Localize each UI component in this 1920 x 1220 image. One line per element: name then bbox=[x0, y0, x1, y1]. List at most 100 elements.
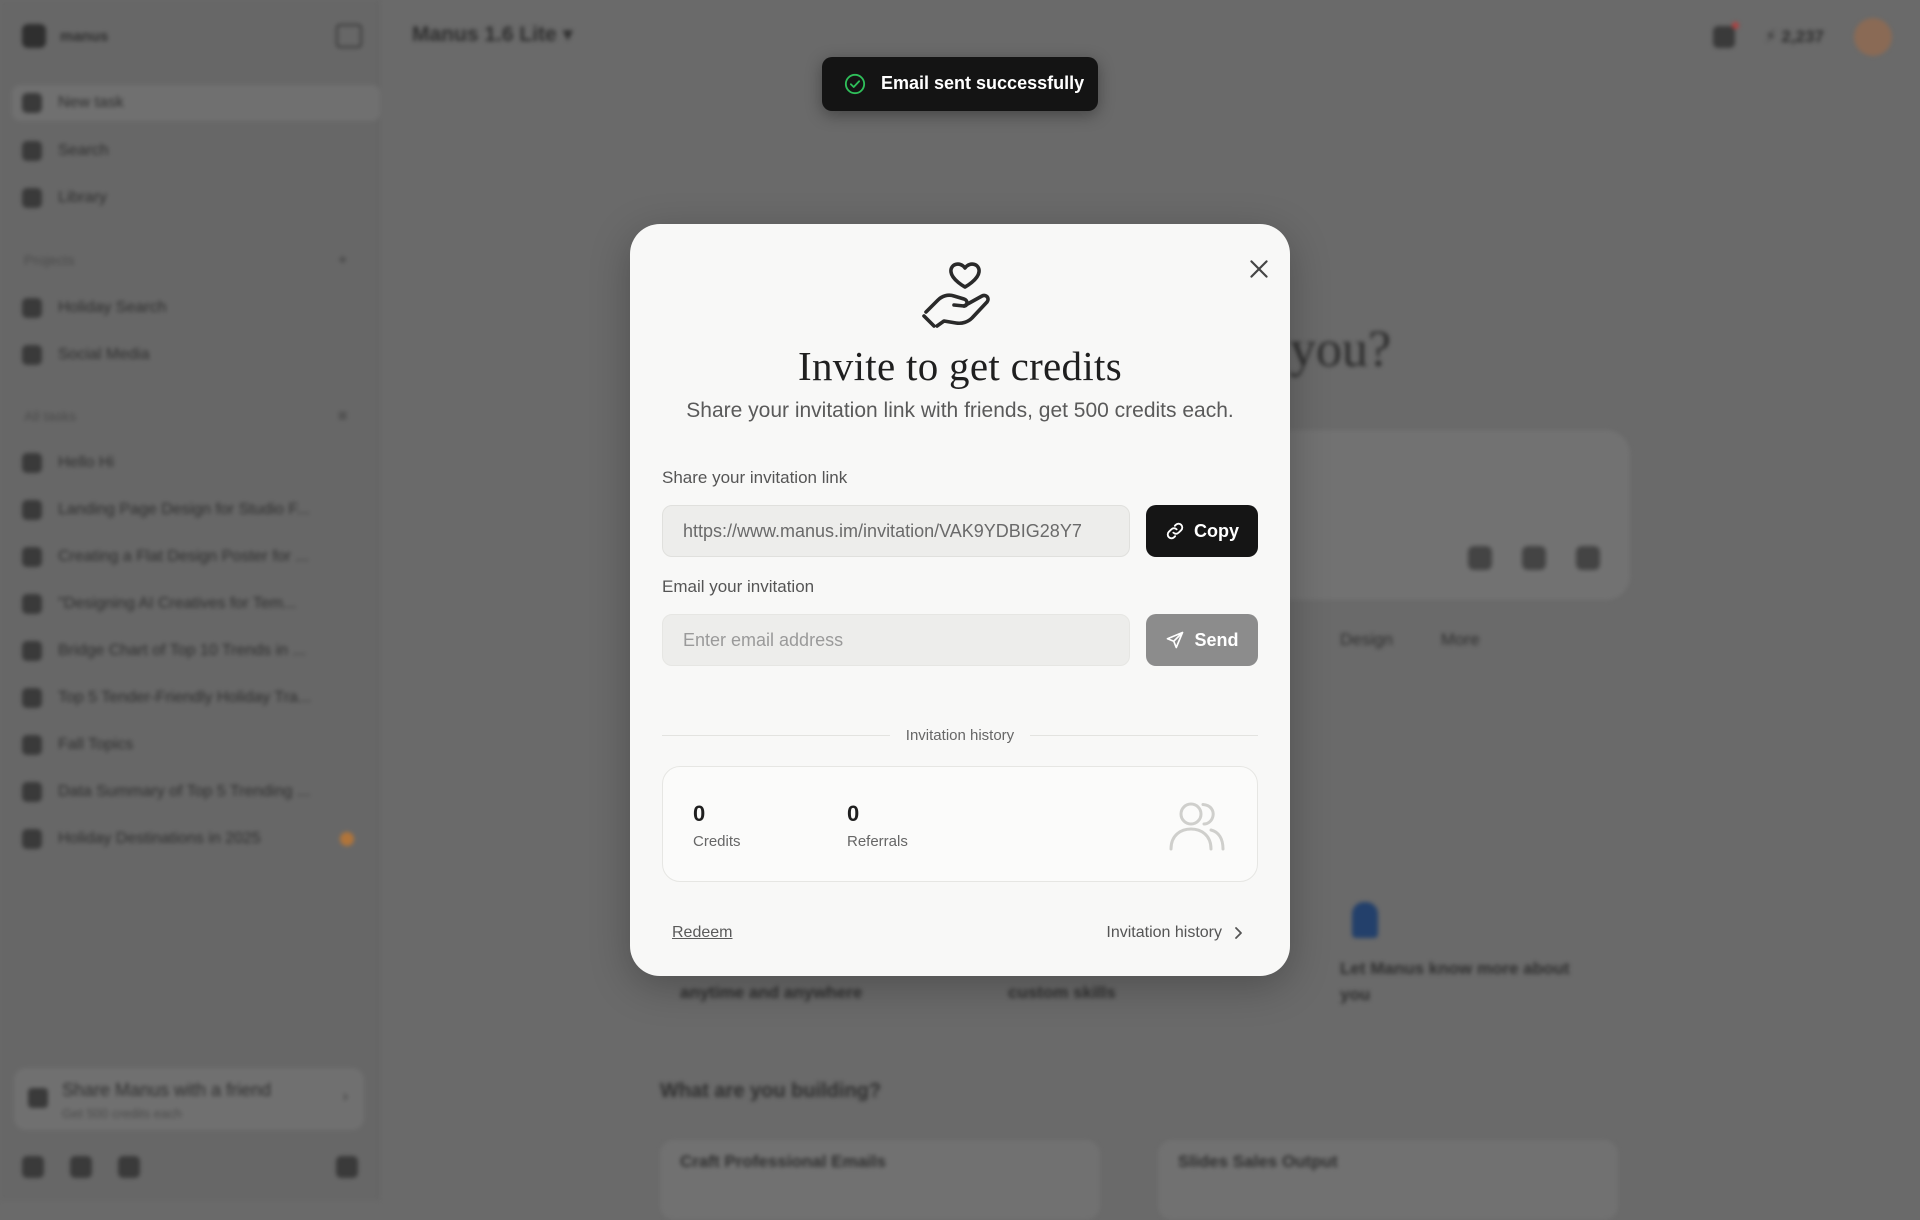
connector-icon[interactable] bbox=[1468, 546, 1492, 570]
sidebar-bottom-icons bbox=[22, 1156, 140, 1178]
task-icon bbox=[22, 500, 42, 520]
chevron-right-icon bbox=[1235, 927, 1242, 939]
chip-more[interactable]: More bbox=[1441, 630, 1480, 650]
sidebar-item-label: Bridge Chart of Top 10 Trends in ... bbox=[58, 642, 306, 659]
email-field-label: Email your invitation bbox=[662, 577, 815, 596]
history-divider-label: Invitation history bbox=[630, 727, 1290, 744]
sidebar-item-search[interactable]: Search bbox=[22, 137, 109, 165]
avatar[interactable] bbox=[1854, 18, 1892, 56]
brand-name: manus bbox=[60, 27, 109, 45]
toast-message: Email sent successfully bbox=[881, 73, 1085, 93]
task-icon bbox=[22, 453, 42, 473]
search-icon bbox=[22, 141, 42, 161]
redeem-link[interactable]: Redeem bbox=[672, 924, 732, 942]
copy-label: Copy bbox=[1194, 520, 1239, 541]
grid-icon[interactable] bbox=[70, 1156, 92, 1178]
sidebar-item-task[interactable]: Creating a Flat Design Poster for ... bbox=[22, 543, 309, 571]
sidebar-item-task[interactable]: Hello Hi bbox=[22, 449, 114, 477]
task-icon bbox=[22, 688, 42, 708]
stat-value: 0 bbox=[847, 801, 860, 826]
sidebar-item-label: Holiday Search bbox=[58, 299, 167, 316]
stat-credits: 0 Credits bbox=[693, 801, 741, 850]
close-icon[interactable] bbox=[1246, 256, 1272, 282]
task-icon bbox=[22, 547, 42, 567]
quick-chips: Design More bbox=[1340, 630, 1480, 650]
history-link-label: Invitation history bbox=[1106, 924, 1222, 941]
template-card[interactable]: Slides Sales Output bbox=[1158, 1140, 1618, 1220]
model-name: Manus 1.6 Lite bbox=[412, 23, 557, 46]
sidebar-item-label: Data Summary of Top 5 Trending ... bbox=[58, 783, 311, 800]
email-input[interactable] bbox=[662, 614, 1130, 666]
chip-design[interactable]: Design bbox=[1340, 630, 1393, 650]
sidebar-item-task[interactable]: Holiday Destinations in 2025 bbox=[22, 825, 261, 853]
credits-counter[interactable]: ⚡ 2,237 bbox=[1765, 27, 1824, 47]
feature-card-text: Let Manus know more about you bbox=[1340, 959, 1570, 1004]
sidebar-item-new-task[interactable]: New task bbox=[12, 85, 380, 121]
template-card-title: Craft Professional Emails bbox=[680, 1152, 886, 1171]
sidebar-item-task[interactable]: Bridge Chart of Top 10 Trends in ... bbox=[22, 637, 306, 665]
sidebar-item-label: New task bbox=[58, 94, 124, 111]
phone-icon[interactable] bbox=[118, 1156, 140, 1178]
divider-text: Invitation history bbox=[889, 727, 1031, 744]
sidebar-item-task[interactable]: Top 5 Tender-Friendly Holiday Tra... bbox=[22, 684, 311, 712]
sidebar-item-task[interactable]: Data Summary of Top 5 Trending ... bbox=[22, 778, 310, 806]
feature-card-text: custom skills bbox=[1008, 983, 1116, 1002]
folder-icon bbox=[22, 345, 42, 365]
invitation-link-field[interactable]: https://www.manus.im/invitation/VAK9YDBI… bbox=[662, 505, 1130, 557]
filter-icon[interactable]: ≡ bbox=[338, 408, 347, 426]
sidebar-item-label: Top 5 Tender-Friendly Holiday Tra... bbox=[58, 689, 312, 706]
success-toast: Email sent successfully bbox=[822, 57, 1098, 111]
sidebar-toggle-icon[interactable] bbox=[336, 24, 362, 48]
modal-title: Invite to get credits bbox=[798, 343, 1122, 389]
share-title: Share Manus with a friend bbox=[62, 1080, 272, 1100]
sidebar-item-task[interactable]: Landing Page Design for Studio F... bbox=[22, 496, 310, 524]
task-icon bbox=[22, 594, 42, 614]
send-button[interactable]: Send bbox=[1146, 614, 1258, 666]
copy-button[interactable]: Copy bbox=[1146, 505, 1258, 557]
sidebar-item-library[interactable]: Library bbox=[22, 184, 107, 212]
stat-referrals: 0 Referrals bbox=[847, 801, 908, 850]
template-card[interactable]: Craft Professional Emails bbox=[660, 1140, 1100, 1220]
section-label: All tasks bbox=[24, 408, 77, 424]
sidebar-item-label: Creating a Flat Design Poster for ... bbox=[58, 548, 309, 565]
projects-section-label: Projects + bbox=[24, 252, 347, 269]
new-task-icon bbox=[22, 93, 42, 113]
add-project-icon[interactable]: + bbox=[338, 252, 347, 270]
tasks-section-label: All tasks ≡ bbox=[24, 408, 347, 425]
invite-modal: Invite to get credits Share your invitat… bbox=[630, 224, 1290, 976]
share-icon bbox=[28, 1088, 48, 1108]
sidebar-item-label: Search bbox=[58, 142, 109, 159]
sidebar-item-project[interactable]: Social Media bbox=[22, 341, 150, 369]
stats-card: 0 Credits 0 Referrals bbox=[662, 766, 1258, 882]
send-arrow-icon[interactable] bbox=[1576, 546, 1600, 570]
model-selector[interactable]: Manus 1.6 Lite ▾ bbox=[412, 22, 573, 47]
collapse-icon[interactable] bbox=[336, 1156, 358, 1178]
section-title: What are you building? bbox=[660, 1080, 882, 1102]
invitation-history-link[interactable]: Invitation history bbox=[1106, 924, 1244, 942]
sidebar-item-label: Social Media bbox=[58, 346, 150, 363]
paper-plane-icon bbox=[1167, 631, 1184, 649]
modal-subtitle: Share your invitation link with friends,… bbox=[686, 399, 1234, 422]
mic-icon[interactable] bbox=[1522, 546, 1546, 570]
link-icon bbox=[1166, 522, 1184, 540]
sidebar-item-label: Holiday Destinations in 2025 bbox=[58, 830, 261, 847]
brand-logo[interactable]: manus bbox=[22, 24, 108, 48]
sidebar-item-task[interactable]: "Designing AI Creatives for Tem... bbox=[22, 590, 296, 618]
notification-bell-icon[interactable] bbox=[1712, 22, 1739, 48]
person-icon bbox=[1352, 902, 1378, 938]
heart-in-hand-icon bbox=[922, 262, 990, 328]
sidebar-item-label: "Designing AI Creatives for Tem... bbox=[58, 595, 297, 612]
sidebar-item-project[interactable]: Holiday Search bbox=[22, 294, 167, 322]
share-subtitle: Get 500 credits each bbox=[62, 1106, 182, 1121]
send-label: Send bbox=[1194, 629, 1239, 650]
sidebar-item-label: Hello Hi bbox=[58, 454, 115, 471]
sidebar: manus New task Search Library Projects +… bbox=[0, 0, 380, 1200]
sidebar-item-task[interactable]: Fall Topics bbox=[22, 731, 133, 759]
hero-heading: you? bbox=[1290, 321, 1392, 378]
settings-icon[interactable] bbox=[22, 1156, 44, 1178]
section-label: Projects bbox=[24, 252, 75, 268]
stat-label: Credits bbox=[693, 833, 741, 850]
task-icon bbox=[22, 641, 42, 661]
share-manus-card[interactable]: Share Manus with a friend Get 500 credit… bbox=[14, 1068, 364, 1130]
task-icon bbox=[22, 782, 42, 802]
